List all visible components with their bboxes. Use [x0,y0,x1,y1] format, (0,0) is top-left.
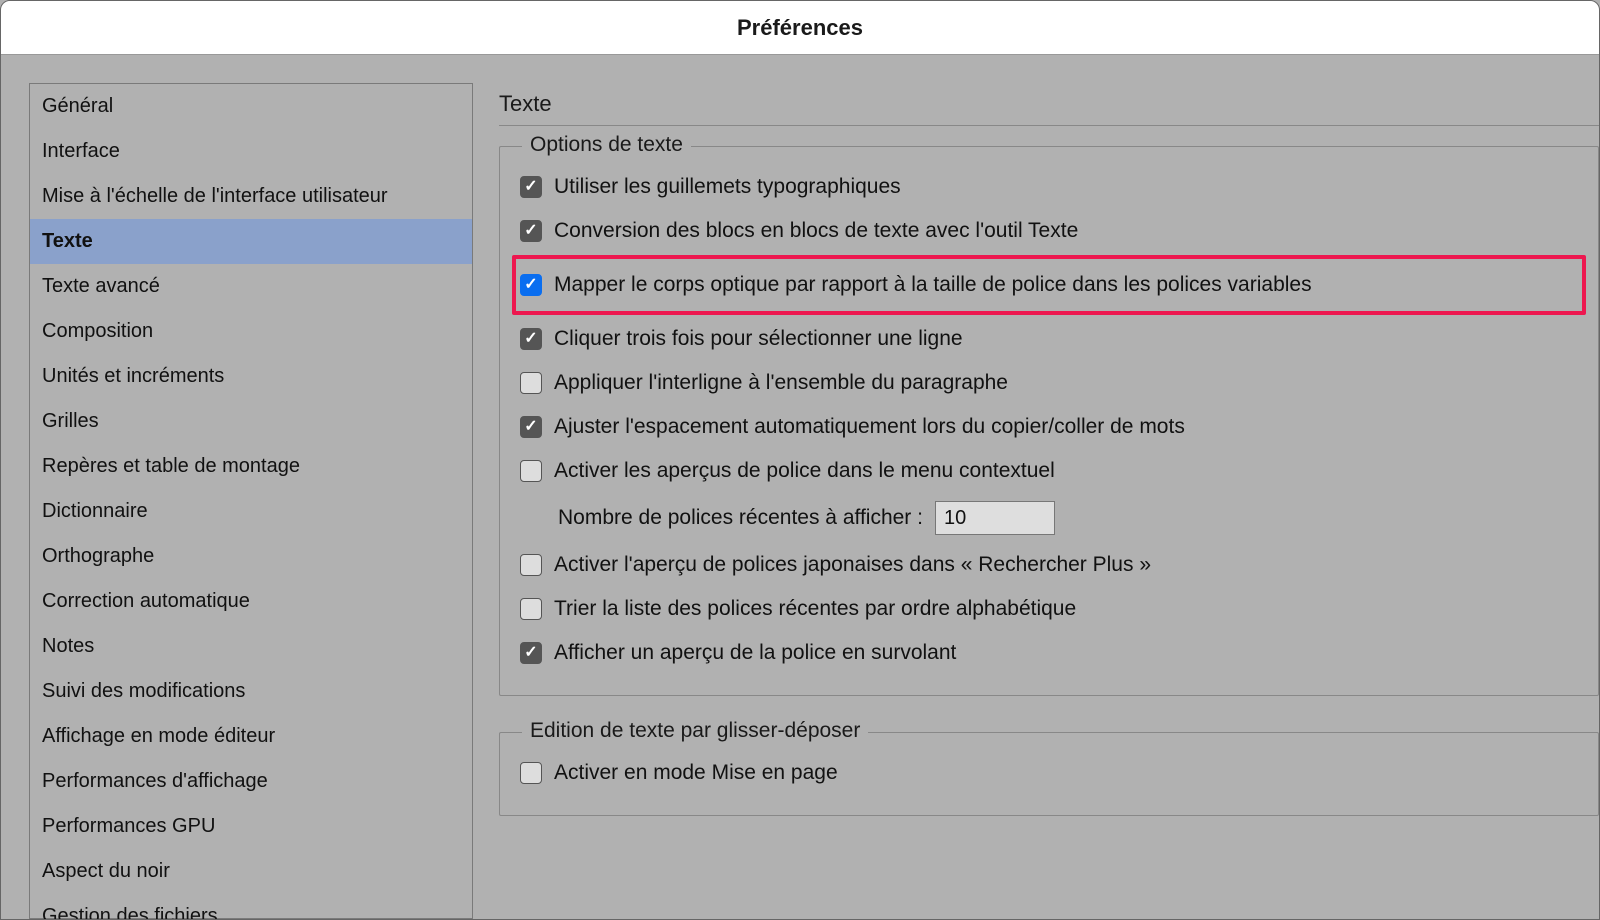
window-title: Préférences [737,15,863,41]
sidebar-item-track-changes[interactable]: Suivi des modifications [30,669,472,714]
window-titlebar: Préférences [1,1,1599,55]
option-apply-leading[interactable]: Appliquer l'interligne à l'ensemble du p… [516,361,1582,405]
sidebar-item-advanced-text[interactable]: Texte avancé [30,264,472,309]
option-map-optical-size[interactable]: ✓ Mapper le corps optique par rapport à … [512,255,1586,315]
checkbox-triple-click[interactable]: ✓ [520,328,542,350]
text-options-group: Options de texte ✓ Utiliser les guilleme… [499,146,1599,696]
sidebar-item-autocorrect[interactable]: Correction automatique [30,579,472,624]
check-icon: ✓ [524,277,537,293]
check-icon: ✓ [524,419,537,435]
check-icon: ✓ [524,223,537,239]
content-area: Général Interface Mise à l'échelle de l'… [1,55,1599,919]
option-label: Cliquer trois fois pour sélectionner une… [554,327,963,351]
sidebar-item-composition[interactable]: Composition [30,309,472,354]
recent-fonts-row: Nombre de polices récentes à afficher : [516,493,1582,543]
option-label: Conversion des blocs en blocs de texte a… [554,219,1078,243]
option-label: Trier la liste des polices récentes par … [554,597,1076,621]
sidebar-item-black-appearance[interactable]: Aspect du noir [30,849,472,894]
sidebar-item-units[interactable]: Unités et incréments [30,354,472,399]
recent-fonts-label: Nombre de polices récentes à afficher : [558,506,923,530]
sidebar-item-ui-scaling[interactable]: Mise à l'échelle de l'interface utilisat… [30,174,472,219]
checkbox-adjust-spacing[interactable]: ✓ [520,416,542,438]
sidebar-item-file-handling[interactable]: Gestion des fichiers [30,894,472,920]
sidebar-item-grids[interactable]: Grilles [30,399,472,444]
checkbox-apply-leading[interactable] [520,372,542,394]
sidebar-item-gpu-performance[interactable]: Performances GPU [30,804,472,849]
option-font-previews[interactable]: Activer les aperçus de police dans le me… [516,449,1582,493]
checkbox-japanese-preview[interactable] [520,554,542,576]
checkbox-typographic-quotes[interactable]: ✓ [520,176,542,198]
text-options-legend: Options de texte [522,133,691,157]
option-label: Utiliser les guillemets typographiques [554,175,901,199]
sidebar-item-editor-display[interactable]: Affichage en mode éditeur [30,714,472,759]
drag-drop-legend: Edition de texte par glisser-déposer [522,719,868,743]
option-typographic-quotes[interactable]: ✓ Utiliser les guillemets typographiques [516,165,1582,209]
checkbox-convert-blocks[interactable]: ✓ [520,220,542,242]
recent-fonts-input[interactable] [935,501,1055,535]
sidebar-item-interface[interactable]: Interface [30,129,472,174]
preferences-window: Préférences Général Interface Mise à l'é… [0,0,1600,920]
option-font-hover-preview[interactable]: ✓ Afficher un aperçu de la police en sur… [516,631,1582,675]
checkbox-map-optical-size[interactable]: ✓ [520,274,542,296]
option-triple-click[interactable]: ✓ Cliquer trois fois pour sélectionner u… [516,317,1582,361]
sidebar-item-dictionary[interactable]: Dictionnaire [30,489,472,534]
option-label: Appliquer l'interligne à l'ensemble du p… [554,371,1008,395]
option-sort-recent-fonts[interactable]: Trier la liste des polices récentes par … [516,587,1582,631]
main-panel: Texte Options de texte ✓ Utiliser les gu… [473,83,1599,919]
option-label: Afficher un aperçu de la police en survo… [554,641,956,665]
sidebar-item-notes[interactable]: Notes [30,624,472,669]
check-icon: ✓ [524,645,537,661]
option-convert-blocks[interactable]: ✓ Conversion des blocs en blocs de texte… [516,209,1582,253]
option-label: Activer l'aperçu de polices japonaises d… [554,553,1151,577]
section-title: Texte [499,91,1599,126]
option-label: Ajuster l'espacement automatiquement lor… [554,415,1185,439]
sidebar-item-text[interactable]: Texte [30,219,472,264]
drag-drop-group: Edition de texte par glisser-déposer Act… [499,732,1599,816]
checkbox-font-hover-preview[interactable]: ✓ [520,642,542,664]
option-label: Activer les aperçus de police dans le me… [554,459,1055,483]
sidebar-item-general[interactable]: Général [30,84,472,129]
sidebar-item-display-performance[interactable]: Performances d'affichage [30,759,472,804]
preferences-sidebar: Général Interface Mise à l'échelle de l'… [29,83,473,919]
option-label: Mapper le corps optique par rapport à la… [554,273,1312,297]
option-japanese-preview[interactable]: Activer l'aperçu de polices japonaises d… [516,543,1582,587]
option-label: Activer en mode Mise en page [554,761,838,785]
sidebar-item-spelling[interactable]: Orthographe [30,534,472,579]
option-adjust-spacing[interactable]: ✓ Ajuster l'espacement automatiquement l… [516,405,1582,449]
check-icon: ✓ [524,331,537,347]
option-enable-layout-mode[interactable]: Activer en mode Mise en page [516,751,1582,795]
checkbox-enable-layout-mode[interactable] [520,762,542,784]
sidebar-item-guides[interactable]: Repères et table de montage [30,444,472,489]
checkbox-font-previews[interactable] [520,460,542,482]
checkbox-sort-recent-fonts[interactable] [520,598,542,620]
check-icon: ✓ [524,179,537,195]
